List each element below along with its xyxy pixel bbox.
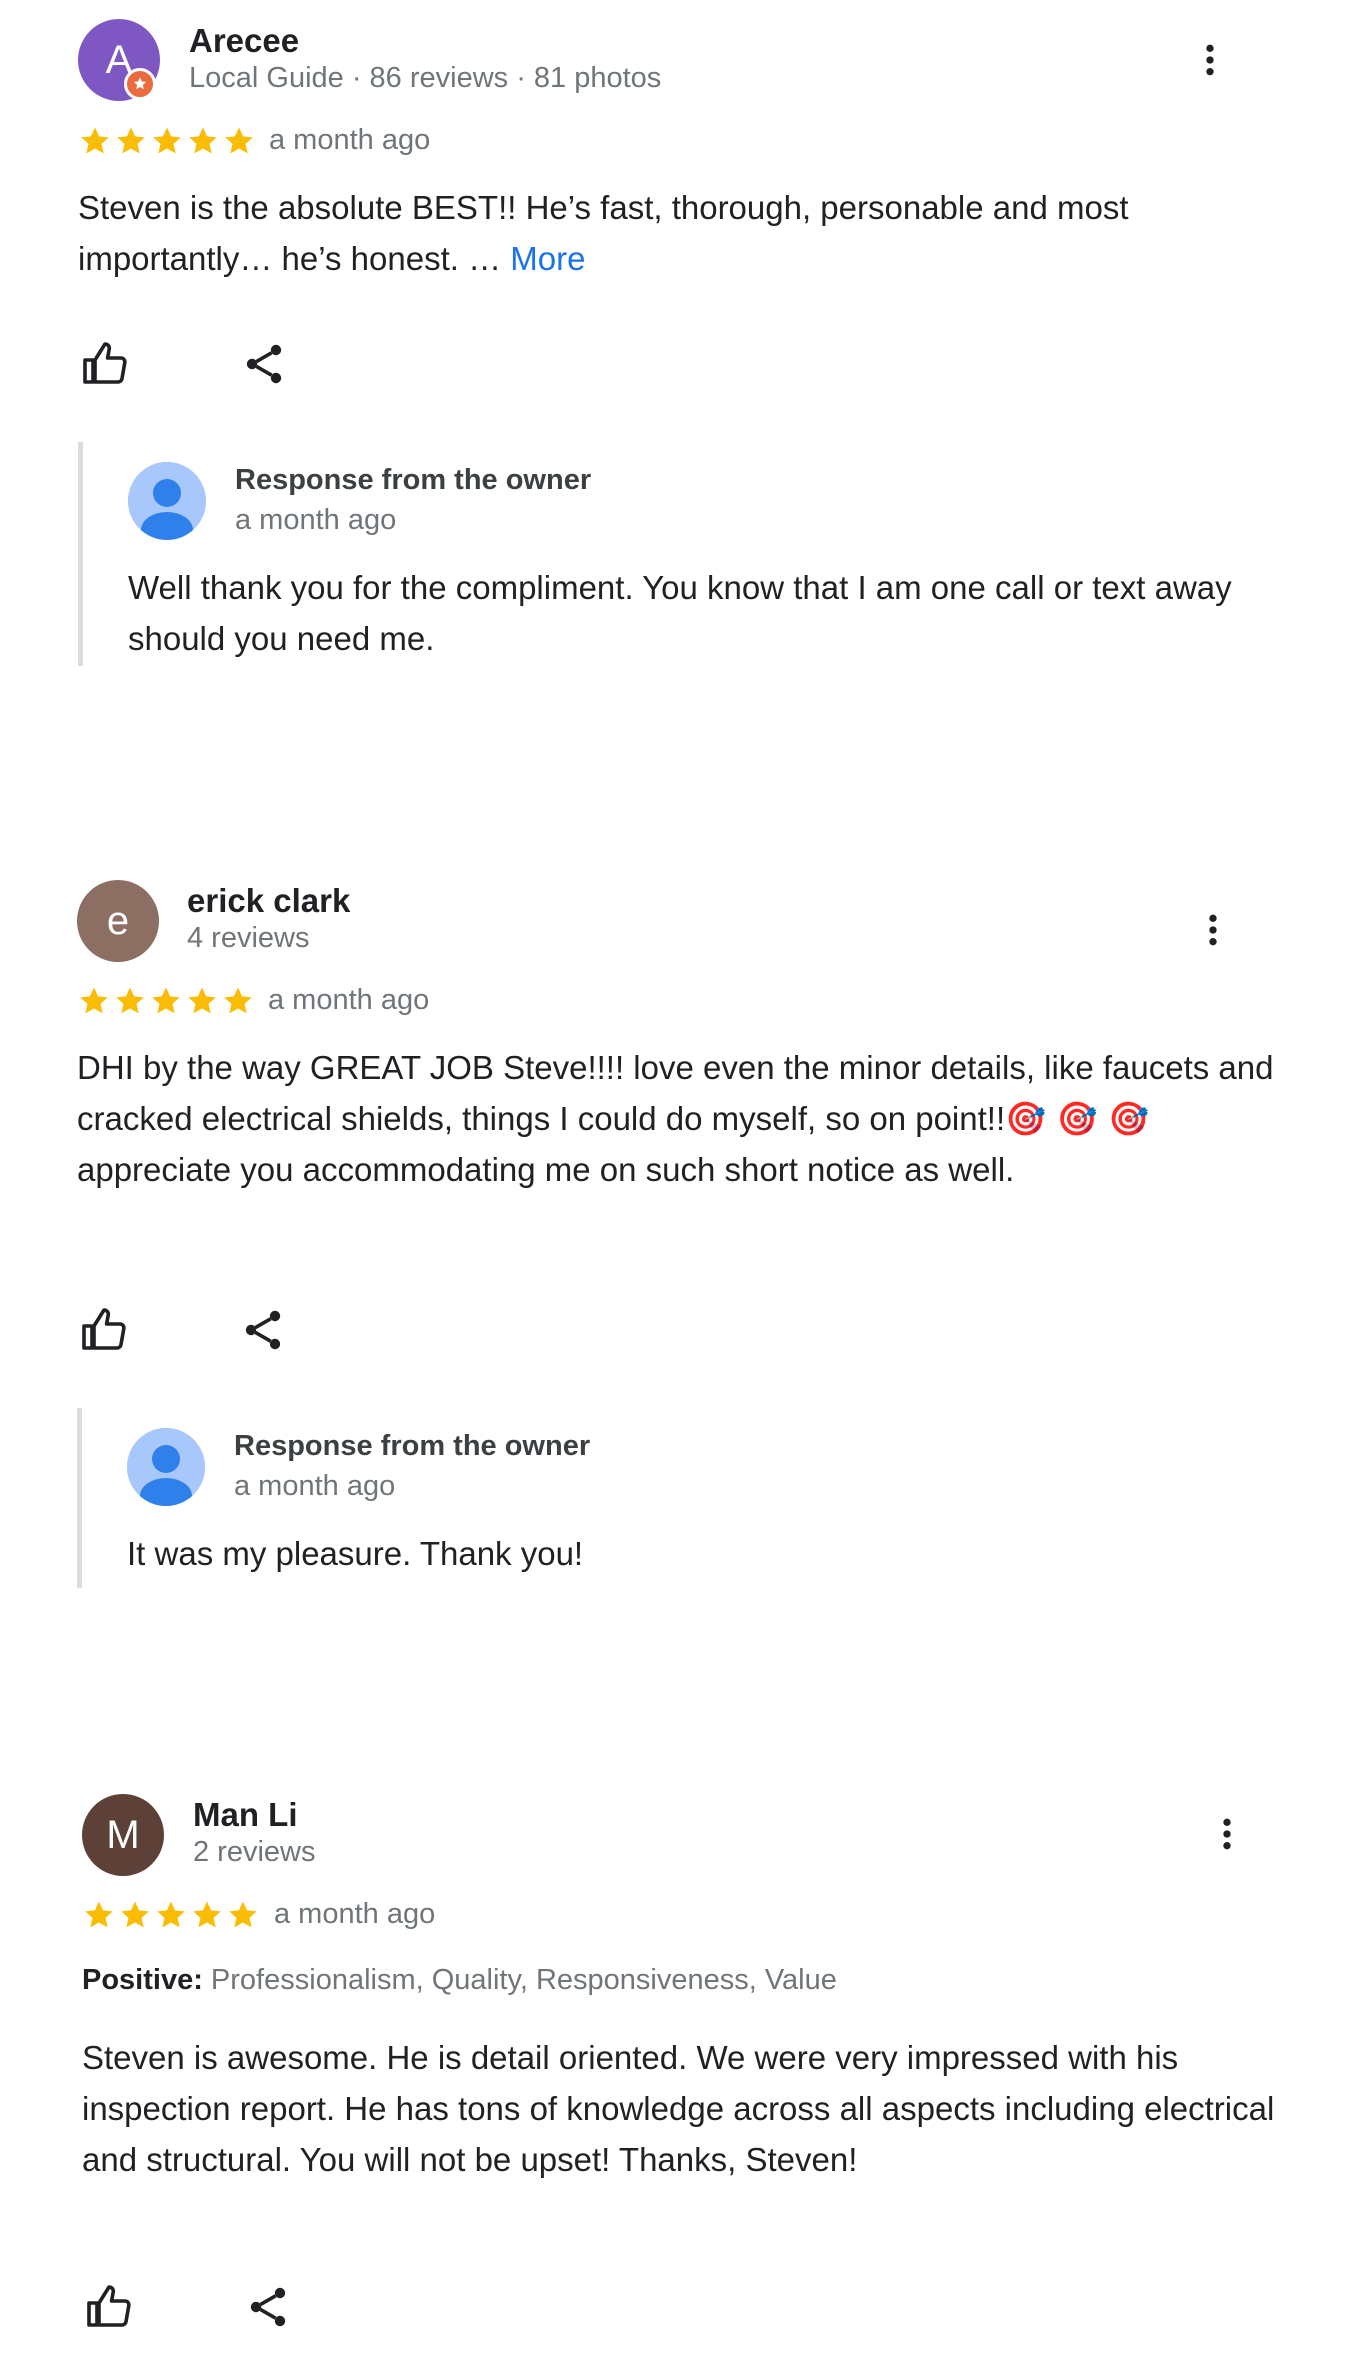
star-icon: [114, 124, 148, 158]
more-vert-icon: [1190, 40, 1230, 80]
share-button[interactable]: [237, 337, 291, 391]
review-card: M Man Li 2 reviews a month ago Positive:…: [0, 1780, 1355, 2355]
review-text-content: appreciate you accommodating me on such …: [77, 1151, 1015, 1188]
owner-response-label: Response from the owner: [234, 1430, 591, 1462]
direct-hit-emoji-icon: 🎯 🎯 🎯: [1005, 1099, 1150, 1138]
share-icon: [239, 1306, 287, 1354]
like-button[interactable]: [78, 337, 132, 391]
owner-response: Response from the owner a month ago It w…: [77, 1408, 1257, 1588]
owner-response-text: It was my pleasure. Thank you!: [127, 1535, 584, 1572]
reviewer-name[interactable]: erick clark: [187, 882, 350, 920]
review-date: a month ago: [274, 1898, 436, 1930]
star-rating: [82, 1898, 260, 1932]
star-icon: [185, 984, 219, 1018]
star-icon: [221, 984, 255, 1018]
thumbs-up-icon: [85, 2283, 133, 2331]
positive-label: Positive:: [82, 1964, 203, 1996]
star-icon: [150, 124, 184, 158]
positive-attributes: Positive: Professionalism, Quality, Resp…: [82, 1964, 837, 1997]
reviewer-meta: 4 reviews: [187, 922, 310, 954]
reviewer-avatar[interactable]: M: [82, 1794, 164, 1876]
person-icon: [127, 1428, 205, 1506]
local-guide-badge-icon: [124, 68, 156, 100]
review-card: A Arecee Local Guide · 86 reviews · 81 p…: [0, 0, 1355, 700]
star-icon: [186, 124, 220, 158]
reviewer-name[interactable]: Man Li: [193, 1796, 298, 1834]
star-rating: [78, 124, 256, 158]
owner-response-label: Response from the owner: [235, 464, 592, 496]
share-icon: [244, 2283, 292, 2331]
review-text-content: Steven is the absolute BEST!! He’s fast,…: [78, 189, 1129, 277]
owner-response-text: Well thank you for the compliment. You k…: [128, 569, 1232, 657]
person-icon: [128, 462, 206, 540]
star-icon: [190, 1898, 224, 1932]
share-icon: [240, 340, 288, 388]
owner-response-date: a month ago: [235, 504, 397, 536]
star-icon: [78, 124, 112, 158]
star-icon: [149, 984, 183, 1018]
review-text: Steven is awesome. He is detail oriented…: [82, 2039, 1275, 2178]
star-icon: [154, 1898, 188, 1932]
thumbs-up-icon: [80, 1306, 128, 1354]
more-options-button[interactable]: [1193, 900, 1233, 960]
more-options-button[interactable]: [1190, 30, 1230, 90]
review-text: DHI by the way GREAT JOB Steve!!!! love …: [77, 1042, 1277, 1195]
share-button[interactable]: [241, 2280, 295, 2334]
reviewer-meta: 2 reviews: [193, 1836, 316, 1868]
reviewer-meta: Local Guide · 86 reviews · 81 photos: [189, 62, 662, 94]
more-link[interactable]: More: [510, 240, 585, 277]
positive-values: Professionalism, Quality, Responsiveness…: [202, 1964, 837, 1996]
review-date: a month ago: [268, 984, 430, 1016]
star-rating: [77, 984, 255, 1018]
star-icon: [226, 1898, 260, 1932]
more-options-button[interactable]: [1207, 1804, 1247, 1864]
star-icon: [222, 124, 256, 158]
owner-response-date: a month ago: [234, 1470, 396, 1502]
like-button[interactable]: [82, 2280, 136, 2334]
review-date: a month ago: [269, 124, 431, 156]
like-button[interactable]: [77, 1303, 131, 1357]
more-vert-icon: [1193, 910, 1233, 950]
star-icon: [77, 984, 111, 1018]
reviewer-name[interactable]: Arecee: [189, 22, 299, 60]
reviewer-avatar[interactable]: e: [77, 880, 159, 962]
owner-response: Response from the owner a month ago Well…: [78, 442, 1258, 666]
more-vert-icon: [1207, 1814, 1247, 1854]
share-button[interactable]: [236, 1303, 290, 1357]
star-icon: [113, 984, 147, 1018]
review-card: e erick clark 4 reviews a month ago DHI …: [0, 860, 1355, 1620]
thumbs-up-icon: [81, 340, 129, 388]
review-text: Steven is the absolute BEST!! He’s fast,…: [78, 182, 1258, 284]
star-icon: [118, 1898, 152, 1932]
star-icon: [82, 1898, 116, 1932]
